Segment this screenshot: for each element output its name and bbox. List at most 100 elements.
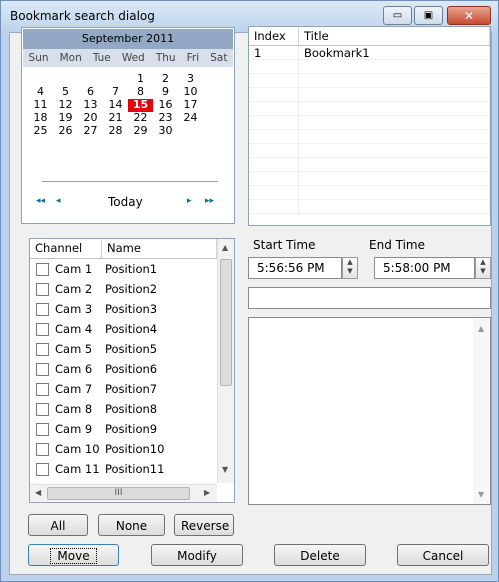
select-all-button[interactable]: All xyxy=(28,514,88,536)
scroll-left-icon[interactable]: ◀ xyxy=(35,488,41,497)
scroll-up-icon[interactable]: ▲ xyxy=(478,324,484,333)
list-item[interactable]: Cam 8 Position8 xyxy=(30,399,234,419)
position-name-cell: Position10 xyxy=(105,442,165,456)
scroll-down-icon[interactable]: ▼ xyxy=(478,490,484,499)
table-row[interactable]: 1 Bookmark1 xyxy=(249,46,490,60)
scroll-right-icon[interactable]: ▶ xyxy=(204,488,210,497)
list-item[interactable]: Cam 4 Position4 xyxy=(30,319,234,339)
bookmark-title-cell xyxy=(299,60,490,73)
table-row[interactable] xyxy=(249,200,490,214)
channel-label: Cam 1 xyxy=(55,262,93,276)
channel-checkbox[interactable] xyxy=(36,422,49,436)
calendar-day[interactable]: 25 xyxy=(28,125,53,138)
calendar-day[interactable]: 29 xyxy=(128,125,153,138)
channel-checkbox[interactable] xyxy=(36,462,49,476)
calendar-day[interactable]: 28 xyxy=(103,125,128,138)
channel-checkbox[interactable] xyxy=(36,262,49,276)
calendar-day[interactable]: 27 xyxy=(78,125,103,138)
horizontal-scroll-thumb[interactable]: III xyxy=(47,487,190,500)
channel-checkbox[interactable] xyxy=(36,302,49,316)
channel-checkbox[interactable] xyxy=(36,442,49,456)
table-row[interactable] xyxy=(249,144,490,158)
maximize-button[interactable]: ▣ xyxy=(414,6,443,25)
table-row[interactable] xyxy=(249,74,490,88)
channel-checkbox[interactable] xyxy=(36,402,49,416)
channel-cell: Cam 11 xyxy=(30,462,100,476)
list-item[interactable]: Cam 5 Position5 xyxy=(30,339,234,359)
bookmark-list[interactable]: Index Title 1 Bookmark1 xyxy=(248,26,491,226)
channel-checkbox[interactable] xyxy=(36,322,49,336)
modify-button[interactable]: Modify xyxy=(151,544,243,566)
select-none-button[interactable]: None xyxy=(98,514,165,536)
close-button[interactable]: ✕ xyxy=(447,6,491,25)
move-button[interactable]: Move xyxy=(28,544,119,566)
cancel-button[interactable]: Cancel xyxy=(397,544,489,566)
table-row[interactable] xyxy=(249,102,490,116)
scroll-up-icon[interactable]: ▲ xyxy=(222,243,228,252)
calendar-day[interactable]: 26 xyxy=(53,125,78,138)
end-time-input[interactable]: 5:58:00 PM xyxy=(374,257,475,279)
bookmark-index-cell xyxy=(249,60,299,73)
list-item[interactable]: Cam 10 Position10 xyxy=(30,439,234,459)
list-item[interactable]: Cam 9 Position9 xyxy=(30,419,234,439)
bookmark-title-cell xyxy=(299,88,490,101)
column-header-title[interactable]: Title xyxy=(299,27,490,45)
column-header-channel[interactable]: Channel xyxy=(30,239,102,258)
bookmark-title-cell xyxy=(299,144,490,157)
bookmark-title-input[interactable] xyxy=(248,287,491,309)
channel-label: Cam 4 xyxy=(55,322,93,336)
channel-list[interactable]: Channel Name Cam 1 Position1 Cam 2 Position… xyxy=(29,238,235,503)
channel-horizontal-scrollbar[interactable]: ◀ III ▶ xyxy=(30,484,217,502)
table-row[interactable] xyxy=(249,158,490,172)
bookmark-index-cell xyxy=(249,88,299,101)
column-header-name[interactable]: Name xyxy=(102,239,217,258)
table-row[interactable] xyxy=(249,172,490,186)
channel-label: Cam 10 xyxy=(55,442,100,456)
prev-month-icon[interactable]: ◂ xyxy=(56,196,61,206)
list-item[interactable]: Cam 1 Position1 xyxy=(30,259,234,279)
delete-button[interactable]: Delete xyxy=(274,544,366,566)
start-time-spinner[interactable]: ▲ ▼ xyxy=(342,257,358,279)
table-row[interactable] xyxy=(249,130,490,144)
end-time-spinner[interactable]: ▲ ▼ xyxy=(475,257,491,279)
list-item[interactable]: Cam 11 Position11 xyxy=(30,459,234,479)
scroll-down-icon[interactable]: ▼ xyxy=(222,465,228,474)
calendar-day[interactable]: 24 xyxy=(178,112,203,125)
list-item[interactable]: Cam 2 Position2 xyxy=(30,279,234,299)
month-calendar[interactable]: September 2011 Sun Mon Tue Wed Thu Fri S… xyxy=(21,27,235,224)
table-row[interactable] xyxy=(249,88,490,102)
bookmark-memo-textarea[interactable]: ▲ ▼ xyxy=(248,317,491,505)
start-time-input[interactable]: 5:56:56 PM xyxy=(248,257,342,279)
column-header-index[interactable]: Index xyxy=(249,27,299,45)
bookmark-title-cell: Bookmark1 xyxy=(299,46,490,60)
table-row[interactable] xyxy=(249,186,490,200)
channel-checkbox[interactable] xyxy=(36,342,49,356)
list-item[interactable]: Cam 6 Position6 xyxy=(30,359,234,379)
list-item[interactable]: Cam 7 Position7 xyxy=(30,379,234,399)
reverse-selection-button[interactable]: Reverse xyxy=(174,514,234,536)
calendar-divider xyxy=(42,181,218,182)
channel-vertical-scrollbar[interactable]: ▲ ▼ xyxy=(217,239,234,483)
position-name-cell: Position11 xyxy=(105,462,165,476)
table-row[interactable] xyxy=(249,116,490,130)
next-year-icon[interactable]: ▸▸ xyxy=(205,196,214,206)
channel-checkbox[interactable] xyxy=(36,362,49,376)
position-name-cell: Position2 xyxy=(105,282,158,296)
minimize-button[interactable]: ▭ xyxy=(383,6,412,25)
bookmark-index-cell xyxy=(249,186,299,199)
next-month-icon[interactable]: ▸ xyxy=(187,196,192,206)
list-item[interactable]: Cam 3 Position3 xyxy=(30,299,234,319)
prev-year-icon[interactable]: ◂◂ xyxy=(36,196,45,206)
memo-scrollbar[interactable]: ▲ ▼ xyxy=(473,318,490,504)
channel-checkbox[interactable] xyxy=(36,282,49,296)
move-button-label: Move xyxy=(50,548,97,564)
calendar-week: 25 26 27 28 29 30 xyxy=(28,125,228,138)
minimize-icon: ▭ xyxy=(392,10,403,21)
calendar-week: 11 12 13 14 15 16 17 xyxy=(28,99,228,112)
channel-checkbox[interactable] xyxy=(36,382,49,396)
today-link[interactable]: Today xyxy=(108,195,143,209)
calendar-day[interactable]: 30 xyxy=(153,125,178,138)
position-name-cell: Position5 xyxy=(105,342,158,356)
table-row[interactable] xyxy=(249,60,490,74)
vertical-scroll-thumb[interactable] xyxy=(220,259,232,386)
